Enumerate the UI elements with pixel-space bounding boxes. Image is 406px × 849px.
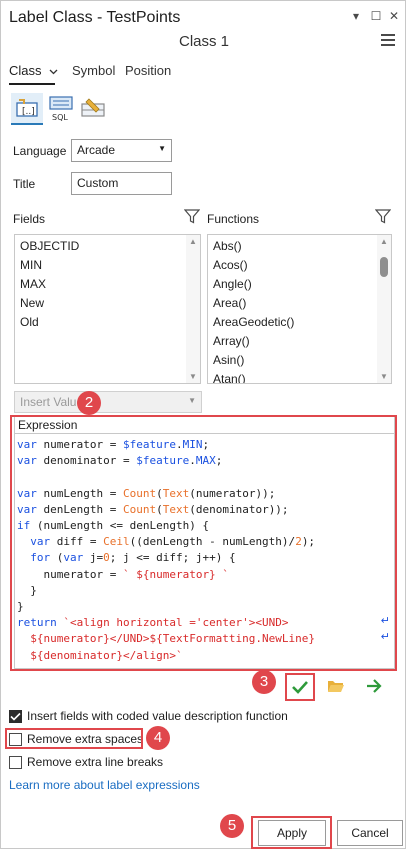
list-item[interactable]: MIN <box>15 256 200 275</box>
checkmark-icon <box>10 712 21 721</box>
filter-icon[interactable] <box>375 209 391 224</box>
insert-values-dropdown[interactable]: Insert Values ▼ <box>14 391 202 413</box>
filter-icon[interactable] <box>184 209 200 224</box>
scrollbar[interactable]: ▲ ▼ <box>186 235 200 383</box>
remove-breaks-label: Remove extra line breaks <box>27 755 164 769</box>
remove-breaks-option[interactable]: Remove extra line breaks <box>9 755 163 769</box>
tab-class-label: Class <box>9 63 42 78</box>
chevron-down-icon[interactable]: ▾ <box>349 9 363 23</box>
list-item[interactable]: AreaGeodetic() <box>208 313 391 332</box>
expression-highlight <box>10 415 397 671</box>
list-item[interactable]: Angle() <box>208 275 391 294</box>
list-item[interactable]: Acos() <box>208 256 391 275</box>
list-item[interactable]: Array() <box>208 332 391 351</box>
scroll-up-icon[interactable]: ▲ <box>186 237 200 246</box>
coded-values-label: Insert fields with coded value descripti… <box>27 709 288 723</box>
coded-values-checkbox[interactable] <box>9 709 22 723</box>
functions-list[interactable]: Abs() Acos() Angle() Area() AreaGeodetic… <box>207 234 392 384</box>
chevron-down-icon <box>49 69 58 75</box>
learn-more-link[interactable]: Learn more about label expressions <box>9 778 200 792</box>
list-item[interactable]: New <box>15 294 200 313</box>
title-input[interactable]: Custom <box>71 172 172 195</box>
list-item[interactable]: OBJECTID <box>15 237 200 256</box>
apply-button[interactable]: Apply <box>258 820 326 846</box>
fields-list[interactable]: OBJECTID MIN MAX New Old ▲ ▼ <box>14 234 201 384</box>
sql-icon: SQL <box>49 96 73 122</box>
label-class-pane: Label Class - TestPoints ▾ ☐ ✕ Class 1 C… <box>0 0 406 849</box>
dropdown-arrow-icon: ▼ <box>158 144 166 153</box>
svg-text:[..]: [..] <box>22 107 35 117</box>
language-dropdown[interactable]: Arcade ▼ <box>71 139 172 162</box>
list-item[interactable]: Abs() <box>208 237 391 256</box>
active-tab-indicator <box>9 83 55 85</box>
remove-spaces-highlight <box>5 728 143 749</box>
verify-check-icon[interactable] <box>291 679 309 695</box>
fields-label: Fields <box>13 212 46 226</box>
list-item[interactable]: Area() <box>208 294 391 313</box>
tab-position[interactable]: Position <box>125 63 171 78</box>
scroll-down-icon[interactable]: ▼ <box>377 372 391 381</box>
maximize-icon[interactable]: ☐ <box>369 9 383 23</box>
list-item[interactable]: Asin() <box>208 351 391 370</box>
pane-title: Label Class - TestPoints <box>9 9 181 26</box>
list-item[interactable]: Atan() <box>208 370 391 383</box>
step-badge: 3 <box>252 670 276 694</box>
tab-class[interactable]: Class <box>9 63 58 78</box>
folder-open-icon[interactable] <box>327 679 345 694</box>
hamburger-menu-icon[interactable] <box>381 34 395 49</box>
svg-text:SQL: SQL <box>52 113 68 122</box>
step-badge: 4 <box>146 726 170 750</box>
functions-label: Functions <box>207 212 260 226</box>
filter-table-icon <box>81 98 105 117</box>
tab-symbol[interactable]: Symbol <box>72 63 115 78</box>
cancel-button[interactable]: Cancel <box>337 820 403 846</box>
sql-mode-button[interactable]: SQL <box>45 93 77 125</box>
list-item[interactable]: Old <box>15 313 200 332</box>
close-icon[interactable]: ✕ <box>387 9 401 23</box>
scrollbar-thumb[interactable] <box>380 257 388 277</box>
scroll-up-icon[interactable]: ▲ <box>377 237 391 246</box>
remove-breaks-checkbox[interactable] <box>9 755 22 769</box>
dropdown-arrow-icon: ▼ <box>188 396 196 405</box>
coded-values-option[interactable]: Insert fields with coded value descripti… <box>9 709 288 723</box>
step-badge: 5 <box>220 814 244 838</box>
language-value: Arcade <box>77 143 116 157</box>
definition-query-mode-button[interactable] <box>77 93 109 125</box>
scrollbar[interactable]: ▲ ▼ <box>377 235 391 383</box>
title-label: Title <box>13 177 36 191</box>
arrow-right-icon[interactable] <box>365 678 383 694</box>
class-name: Class 1 <box>178 33 230 50</box>
list-item[interactable]: MAX <box>15 275 200 294</box>
step-badge: 2 <box>77 391 101 415</box>
label-field-mode-button[interactable]: [..] <box>11 93 43 125</box>
scroll-down-icon[interactable]: ▼ <box>186 372 200 381</box>
language-label: Language <box>13 144 67 158</box>
label-expression-icon: [..] <box>16 99 38 117</box>
